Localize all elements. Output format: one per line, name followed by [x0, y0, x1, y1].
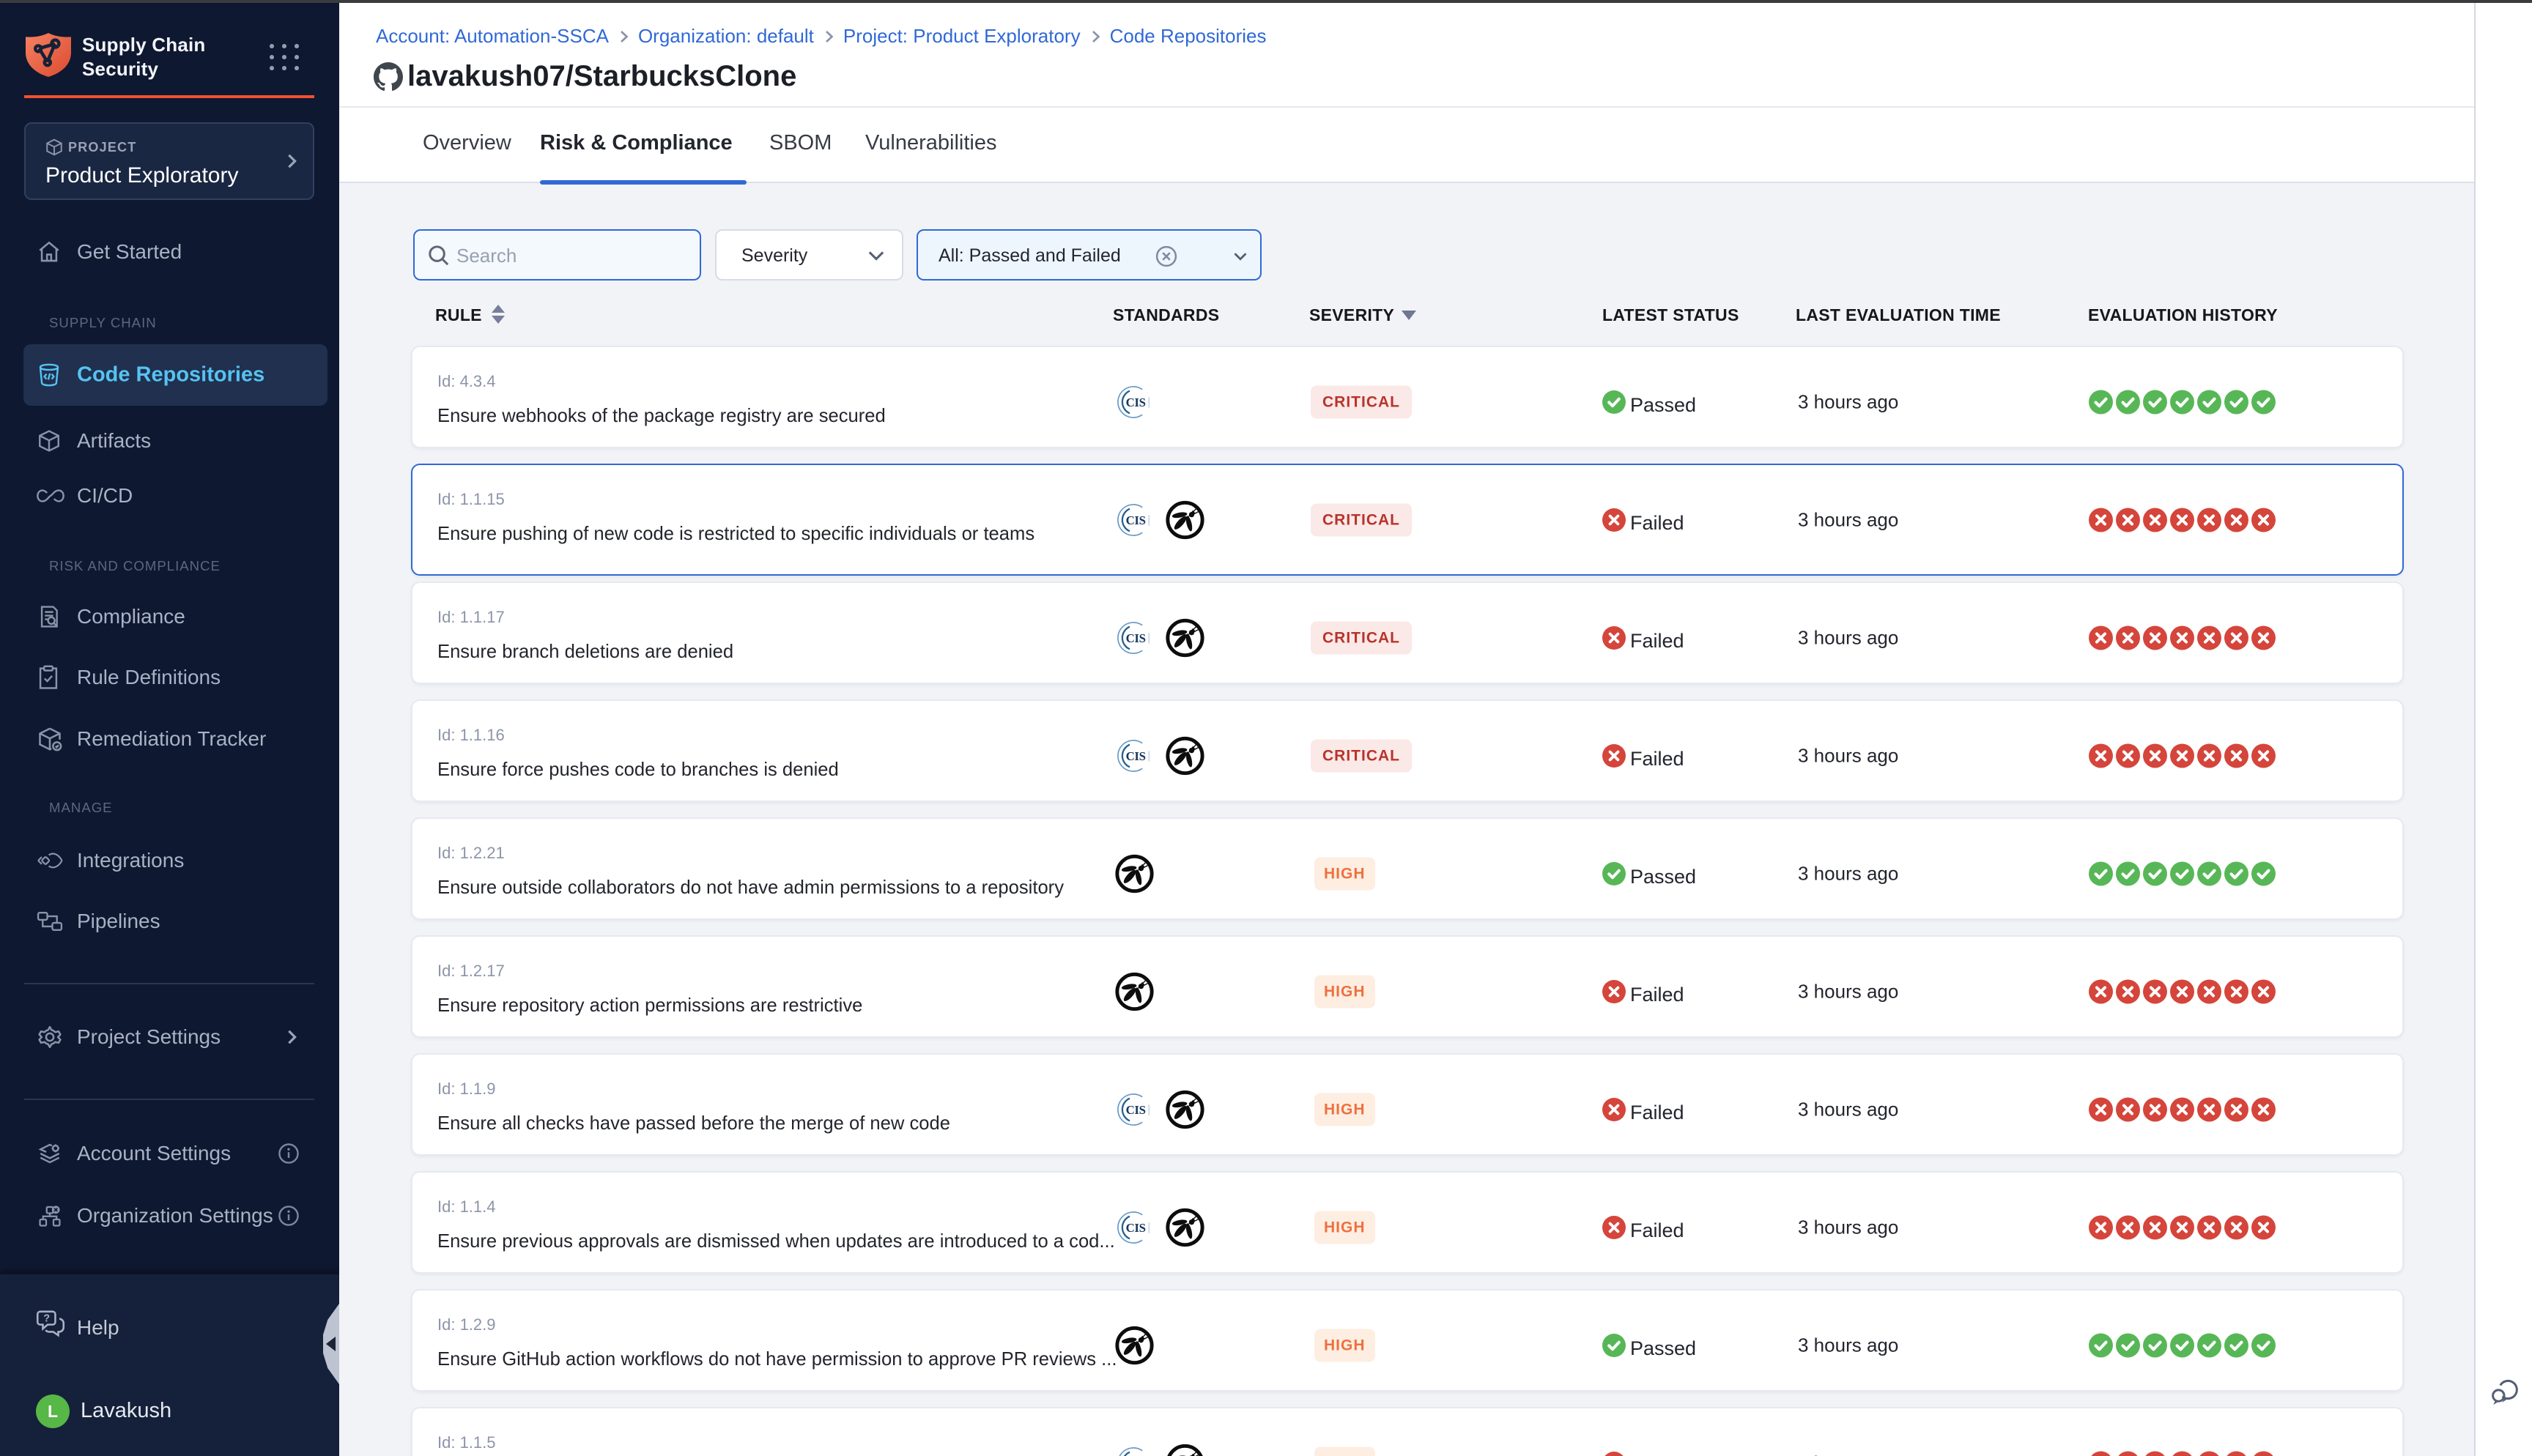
svg-text:?: ? — [43, 1313, 50, 1325]
